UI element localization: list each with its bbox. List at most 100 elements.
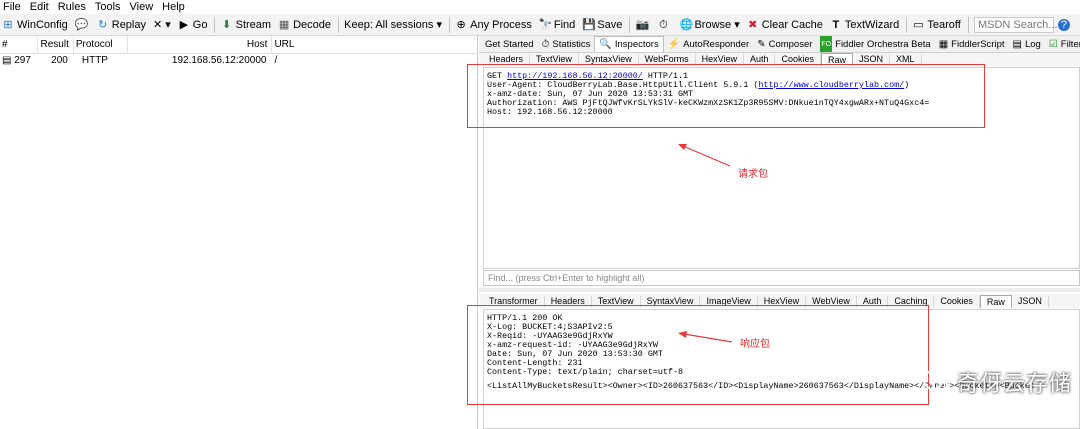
find-button[interactable]: 🔭 Find — [539, 19, 575, 31]
help-button[interactable]: ? — [1057, 18, 1073, 31]
req-tab-hexview[interactable]: HexView — [696, 53, 744, 66]
script-icon: ▦ — [938, 38, 949, 50]
any-process-button[interactable]: ⊕ Any Process — [455, 19, 532, 31]
timer-button[interactable]: ⏱ — [657, 19, 672, 31]
req-tab-xml[interactable]: XML — [890, 53, 922, 66]
req-tab-syntaxview[interactable]: SyntaxView — [579, 53, 639, 66]
col-protocol[interactable]: Protocol — [74, 35, 128, 54]
browser-icon: 🌐 — [679, 18, 694, 31]
browse-button[interactable]: 🌐 Browse ▾ — [679, 18, 739, 32]
col-url[interactable]: URL — [272, 36, 477, 54]
decode-button[interactable]: ▦ Decode — [278, 19, 331, 31]
resp-tab-transformer[interactable]: Transformer — [483, 294, 545, 308]
lightning-icon: ⚡ — [667, 38, 681, 50]
req-tab-raw[interactable]: Raw — [820, 53, 853, 66]
req-tab-cookies[interactable]: Cookies — [775, 53, 821, 66]
keep-sessions-dropdown[interactable]: Keep: All sessions ▾ — [344, 18, 442, 31]
response-view-tabs: Transformer Headers TextView SyntaxView … — [479, 294, 1080, 308]
comment-icon: 💬 — [74, 18, 89, 31]
menu-help[interactable]: Help — [162, 1, 185, 13]
sessions-panel: # Result Protocol Host URL ▤ 297 200 HTT… — [0, 35, 478, 429]
user-agent-link[interactable]: http://www.cloudberrylab.com/ — [758, 80, 904, 90]
resp-tab-raw[interactable]: Raw — [979, 294, 1012, 308]
tab-statistics[interactable]: ⏱ Statistics — [538, 36, 595, 52]
winconfig-button[interactable]: ⊞ WinConfig — [2, 19, 67, 31]
orchestra-icon: FO — [820, 36, 833, 52]
col-host[interactable]: Host — [128, 35, 273, 54]
tearoff-icon: ▭ — [913, 18, 924, 31]
watermark: 奇伢云存储 — [921, 366, 1072, 398]
inspector-tabs: Get Started ⏱ Statistics 🔍 Inspectors ⚡ Aut… — [479, 36, 1080, 53]
screenshot-button[interactable]: 📷 — [635, 19, 650, 31]
resp-tab-textview[interactable]: TextView — [592, 294, 641, 308]
splitter[interactable] — [479, 288, 1080, 292]
resp-tab-auth[interactable]: Auth — [857, 294, 889, 308]
stream-button[interactable]: ⬇ Stream — [221, 19, 271, 31]
stream-icon: ⬇ — [222, 18, 232, 31]
replay-icon: ↻ — [98, 18, 108, 31]
timer-icon: ⏱ — [659, 18, 668, 31]
camera-icon: 📷 — [635, 18, 650, 31]
table-row[interactable]: ▤ 297 200 HTTP 192.168.56.12:20000 / — [0, 54, 477, 68]
req-tab-json[interactable]: JSON — [853, 53, 891, 66]
resp-tab-syntaxview[interactable]: SyntaxView — [641, 294, 701, 308]
resp-tab-cookies[interactable]: Cookies — [934, 294, 980, 308]
checkbox-icon: ☑ — [1048, 38, 1058, 50]
tab-composer[interactable]: ✎ Composer — [753, 36, 816, 52]
log-icon: ▤ — [1012, 38, 1022, 50]
req-tab-webforms[interactable]: WebForms — [639, 53, 696, 66]
document-icon: ▤ — [2, 55, 15, 66]
resp-tab-json[interactable]: JSON — [1012, 294, 1049, 308]
decode-icon: ▦ — [278, 18, 290, 31]
msdn-search-input[interactable]: MSDN Search... — [973, 16, 1057, 33]
pencil-icon: ✎ — [757, 38, 766, 50]
tab-fiddlerscript[interactable]: ▦ FiddlerScript — [935, 36, 1009, 52]
play-icon: ▶ — [179, 18, 189, 31]
comment-button[interactable]: 💬 — [75, 19, 90, 31]
main-toolbar: ⊞ WinConfig 💬 ↻ Replay ✕ ▾ ▶ Go ⬇ Stream ▦ De… — [0, 14, 1080, 36]
request-text: GET http://192.168.56.12:20000/ HTTP/1.1… — [487, 71, 930, 117]
menu-view[interactable]: View — [130, 1, 154, 13]
clear-cache-icon: ✖ — [748, 18, 758, 31]
col-result[interactable]: Result — [38, 35, 74, 54]
req-tab-auth[interactable]: Auth — [744, 53, 776, 66]
resp-tab-webview[interactable]: WebView — [806, 294, 857, 308]
inspect-icon: 🔍 — [599, 39, 612, 50]
session-url: / — [274, 55, 278, 66]
replay-button[interactable]: ↻ Replay — [97, 19, 146, 31]
textwizard-button[interactable]: T TextWizard — [830, 19, 900, 31]
request-raw-view[interactable]: GET http://192.168.56.12:20000/ HTTP/1.1… — [483, 67, 1080, 269]
resp-tab-imageview[interactable]: ImageView — [700, 294, 758, 308]
remove-button[interactable]: ✕ ▾ — [153, 18, 171, 31]
menu-edit[interactable]: Edit — [30, 1, 49, 13]
save-button[interactable]: 💾 Save — [582, 19, 622, 31]
timer-icon: ⏱ — [541, 38, 550, 50]
menu-tools[interactable]: Tools — [95, 1, 121, 13]
response-headers-text: HTTP/1.1 200 OK X-Log: BUCKET:4;S3APIv2:… — [487, 313, 684, 377]
request-arrow — [678, 144, 731, 167]
menu-rules[interactable]: Rules — [58, 1, 86, 13]
resp-tab-headers[interactable]: Headers — [545, 294, 592, 308]
col-number[interactable]: # — [0, 35, 38, 54]
tearoff-button[interactable]: ▭ Tearoff — [912, 18, 961, 31]
tab-inspectors[interactable]: 🔍 Inspectors — [594, 36, 664, 52]
menu-bar: File Edit Rules Tools View Help — [0, 0, 1080, 14]
go-button[interactable]: ▶ Go — [178, 19, 208, 31]
req-tab-textview[interactable]: TextView — [530, 53, 579, 66]
menu-file[interactable]: File — [3, 1, 21, 13]
sessions-header: # Result Protocol Host URL — [0, 35, 477, 54]
session-result: 200 — [51, 55, 68, 66]
req-tab-headers[interactable]: Headers — [483, 53, 531, 66]
resp-tab-hexview[interactable]: HexView — [758, 294, 807, 308]
tab-fiddler-orchestra[interactable]: FO Fiddler Orchestra Beta — [816, 36, 934, 52]
session-number: ▤ 297 — [2, 55, 31, 66]
tab-log[interactable]: ▤ Log — [1009, 36, 1045, 52]
help-icon: ? — [1057, 18, 1070, 31]
find-input[interactable]: Find... (press Ctrl+Enter to highlight a… — [483, 270, 1080, 286]
clear-cache-button[interactable]: ✖ Clear Cache — [747, 19, 823, 31]
tab-filters[interactable]: ☑Filters — [1045, 36, 1080, 52]
session-protocol: HTTP — [81, 55, 108, 66]
tab-get-started[interactable]: Get Started — [481, 36, 538, 52]
tab-autoresponder[interactable]: ⚡ AutoResponder — [664, 36, 753, 52]
resp-tab-caching[interactable]: Caching — [888, 294, 935, 308]
